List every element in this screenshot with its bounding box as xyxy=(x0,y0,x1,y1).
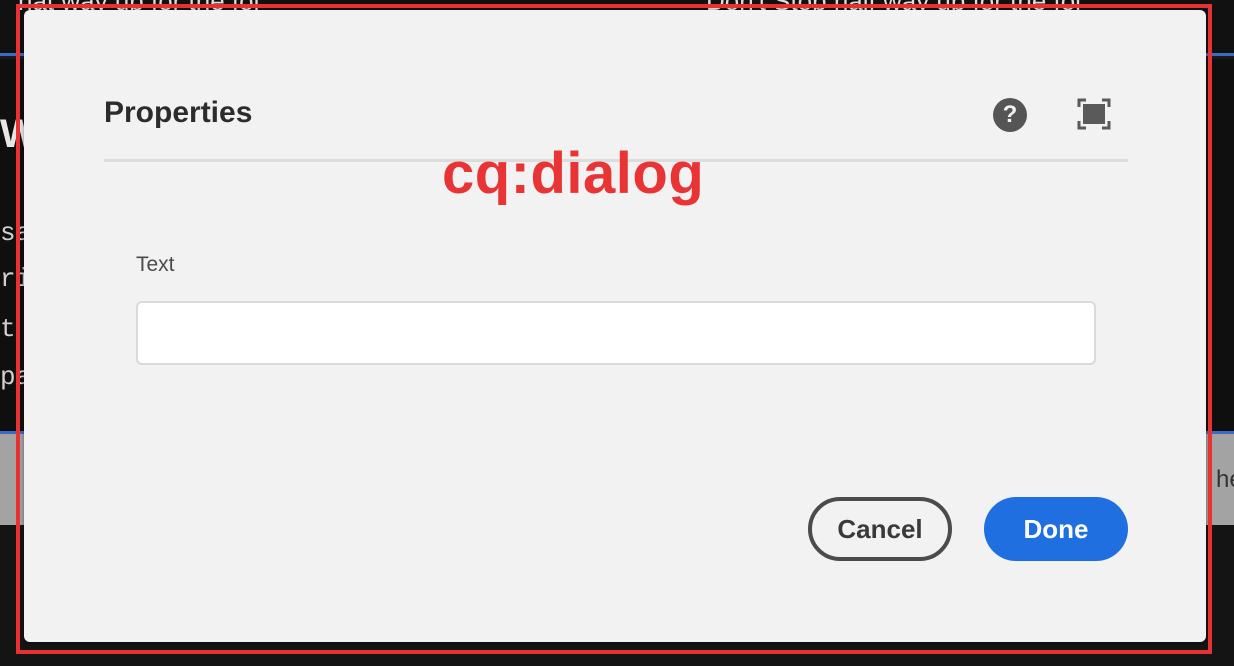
text-input[interactable] xyxy=(136,301,1096,365)
help-icon[interactable]: ? xyxy=(993,98,1027,132)
done-button[interactable]: Done xyxy=(984,497,1128,561)
cancel-button[interactable]: Cancel xyxy=(808,497,952,561)
background-line: t xyxy=(0,314,16,344)
background-gray-text: he xyxy=(1216,466,1234,493)
dialog-title: Properties xyxy=(104,96,253,129)
fullscreen-icon[interactable] xyxy=(1077,98,1111,130)
annotation-label: cq:dialog xyxy=(442,141,705,206)
text-field-label: Text xyxy=(136,253,175,276)
properties-dialog: Properties ? Text Cancel Done xyxy=(24,10,1206,642)
